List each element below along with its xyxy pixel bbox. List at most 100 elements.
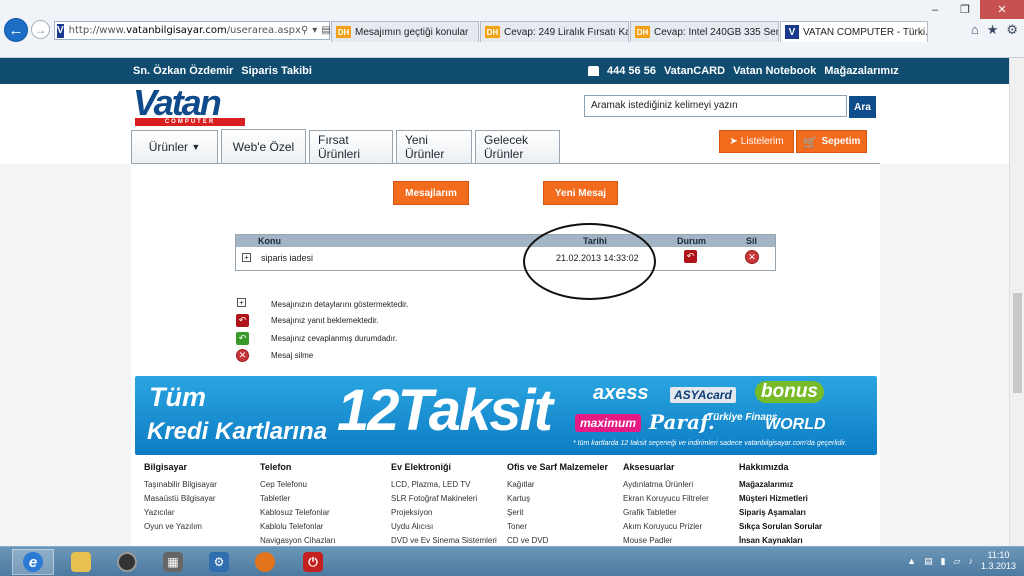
my-messages-button[interactable]: Mesajlarım (393, 181, 469, 205)
expand-plus-icon[interactable]: + (242, 253, 251, 262)
footer-link[interactable]: Kağıtlar (507, 478, 608, 492)
delete-icon[interactable]: ✕ (745, 250, 759, 264)
forward-arrow-icon[interactable]: → (31, 20, 50, 39)
footer-link[interactable]: Ekran Koruyucu Filtreler (623, 492, 709, 506)
footer-col-aksesuarlar: Aksesuarlar Aydınlatma Ürünleri Ekran Ko… (623, 462, 709, 548)
footer-link[interactable]: Kartuş (507, 492, 608, 506)
taskbar-ie[interactable]: e (12, 549, 54, 575)
taskbar-control-panel[interactable]: ⚙ (198, 549, 240, 575)
footer-link[interactable]: Tabletler (260, 492, 336, 506)
restore-icon[interactable]: ❐ (950, 0, 980, 19)
window-close-icon[interactable]: ✕ (980, 0, 1024, 19)
taskbar-calculator[interactable]: ▦ (152, 549, 194, 575)
network-icon[interactable]: ▤ (924, 556, 933, 567)
footer-link[interactable]: Sipariş Aşamaları (739, 506, 822, 520)
bonus-logo: bonus (755, 381, 824, 403)
stores-link[interactable]: Mağazalarımız (824, 65, 899, 77)
logo-sub: COMPUTER (135, 118, 245, 126)
new-message-button[interactable]: Yeni Mesaj (543, 181, 618, 205)
footer-link[interactable]: Kablosuz Telefonlar (260, 506, 336, 520)
footer-col-ofis: Ofis ve Sarf Malzemeler Kağıtlar Kartuş … (507, 462, 608, 548)
vatan-logo[interactable]: Vatan COMPUTER (133, 82, 245, 126)
footer-heading[interactable]: Bilgisayar (144, 462, 217, 473)
footer-link[interactable]: Mağazalarımız (739, 478, 822, 492)
table-row[interactable]: + siparis iadesi 21.02.2013 14:33:02 ↶ ✕ (236, 247, 775, 270)
back-arrow-icon[interactable]: ← (4, 18, 28, 42)
footer-heading[interactable]: Ofis ve Sarf Malzemeler (507, 462, 608, 473)
logo-word: Vatan (133, 82, 222, 123)
menu-tab-webe-ozel[interactable]: Web'e Özel (221, 129, 306, 163)
windows-taskbar: e ▦ ⚙ ⏻ ▲ ▤ ▮ ▱ ♪ 11:10 1.3.2013 (0, 546, 1024, 576)
footer-link[interactable]: Projeksiyon (391, 506, 497, 520)
signal-icon[interactable]: ▱ (954, 556, 961, 567)
footer-heading[interactable]: Ev Elektroniği (391, 462, 497, 473)
paraf-logo: Paraf. (649, 410, 715, 434)
user-greeting[interactable]: Sn. Özkan Özdemir (133, 65, 233, 77)
footer-link[interactable]: LCD, Plazma, LED TV (391, 478, 497, 492)
message-subject[interactable]: siparis iadesi (261, 253, 313, 263)
dropdown-icon[interactable]: ▾ (312, 25, 317, 36)
home-icon[interactable]: ⌂ (971, 22, 979, 38)
footer-link[interactable]: Akım Koruyucu Prizler (623, 520, 709, 534)
footer-link[interactable]: Grafik Tabletler (623, 506, 709, 520)
footer-link[interactable]: Uydu Alıcısı (391, 520, 497, 534)
footer-link[interactable]: Taşınabilir Bilgisayar (144, 478, 217, 492)
search-input[interactable]: Aramak istediğiniz kelimeyi yazın (584, 95, 847, 117)
footer-link[interactable]: Masaüstü Bilgisayar (144, 492, 217, 506)
list-circle-icon: ➤ (729, 136, 738, 147)
tab-cevap-intel[interactable]: DHCevap: Intel 240GB 335 Serisi S... (630, 21, 779, 42)
battery-icon[interactable]: ▮ (941, 556, 946, 567)
awaiting-reply-icon: ↶ (236, 314, 249, 327)
clock[interactable]: 11:10 1.3.2013 (981, 550, 1016, 572)
footer-link[interactable]: Kablolu Telefonlar (260, 520, 336, 534)
page-scrollbar[interactable] (1009, 58, 1024, 546)
site-favicon-icon: V (57, 23, 64, 38)
maximum-logo: maximum (575, 414, 642, 432)
taskbar-firefox[interactable] (244, 549, 286, 575)
footer-link[interactable]: Toner (507, 520, 608, 534)
footer-link[interactable]: Müşteri Hizmetleri (739, 492, 822, 506)
menu-tab-gelecek-urunler[interactable]: Gelecek Ürünler (475, 130, 560, 163)
footer-link[interactable]: Oyun ve Yazılım (144, 520, 217, 534)
footer-link[interactable]: Yazıcılar (144, 506, 217, 520)
address-bar[interactable]: V http://www.vatanbilgisayar.com/userare… (54, 21, 343, 40)
search-button[interactable]: Ara (849, 96, 876, 118)
footer-link[interactable]: SLR Fotoğraf Makineleri (391, 492, 497, 506)
footer-heading[interactable]: Hakkımızda (739, 462, 822, 473)
tray-arrow-icon[interactable]: ▲ (907, 556, 916, 566)
menu-tab-urunler[interactable]: Ürünler ▼ (131, 130, 218, 163)
browser-chrome: ← → V http://www.vatanbilgisayar.com/use… (0, 0, 1024, 58)
compat-icon[interactable]: ▤ (321, 25, 330, 36)
my-lists-button[interactable]: ➤ Listelerim (719, 130, 794, 153)
message-table: Konu Tarihi Durum Sil + siparis iadesi 2… (235, 234, 776, 271)
footer-link[interactable]: Cep Telefonu (260, 478, 336, 492)
installment-banner[interactable]: Tüm Kredi Kartlarına 12Taksit axess ASYA… (135, 376, 877, 455)
cart-button[interactable]: 🛒 Sepetim (796, 130, 867, 153)
tab-cevap-249[interactable]: DHCevap: 249 Liralık Fırsatı Kaçıra... (480, 21, 629, 42)
taskbar-media[interactable] (106, 549, 148, 575)
tab-mesajimin-gectigi[interactable]: DH Mesajımın geçtiği konular (331, 21, 479, 42)
footer-link[interactable]: Sıkça Sorulan Sorular (739, 520, 822, 534)
tab-vatan-active[interactable]: VVATAN COMPUTER - Türki...× (780, 21, 928, 42)
footer-link[interactable]: Aydınlatma Ürünleri (623, 478, 709, 492)
power-icon: ⏻ (303, 552, 323, 572)
volume-icon[interactable]: ♪ (968, 556, 973, 566)
vatan-notebook-link[interactable]: Vatan Notebook (733, 65, 816, 77)
footer-heading[interactable]: Telefon (260, 462, 336, 473)
minimize-icon[interactable]: – (920, 0, 950, 19)
order-tracking-link[interactable]: Siparis Takibi (241, 65, 312, 77)
taskbar-shutdown[interactable]: ⏻ (292, 549, 334, 575)
menu-tab-firsat-urunleri[interactable]: Fırsat Ürünleri (309, 130, 393, 163)
scrollbar-thumb[interactable] (1013, 293, 1022, 393)
taskbar-explorer[interactable] (60, 549, 102, 575)
settings-gear-icon[interactable]: ⚙ (1006, 22, 1018, 38)
search-icon[interactable]: ⚲ (301, 25, 308, 36)
favorites-star-icon[interactable]: ★ (987, 22, 999, 38)
banner-line2: Kredi Kartlarına (147, 418, 328, 445)
vatan-favicon-icon: V (785, 25, 799, 39)
url-text[interactable]: http://www.vatanbilgisayar.com/userarea.… (69, 25, 301, 36)
footer-link[interactable]: Şerit (507, 506, 608, 520)
vatancard-link[interactable]: VatanCARD (664, 65, 725, 77)
footer-heading[interactable]: Aksesuarlar (623, 462, 709, 473)
menu-tab-yeni-urunler[interactable]: Yeni Ürünler (396, 130, 472, 163)
